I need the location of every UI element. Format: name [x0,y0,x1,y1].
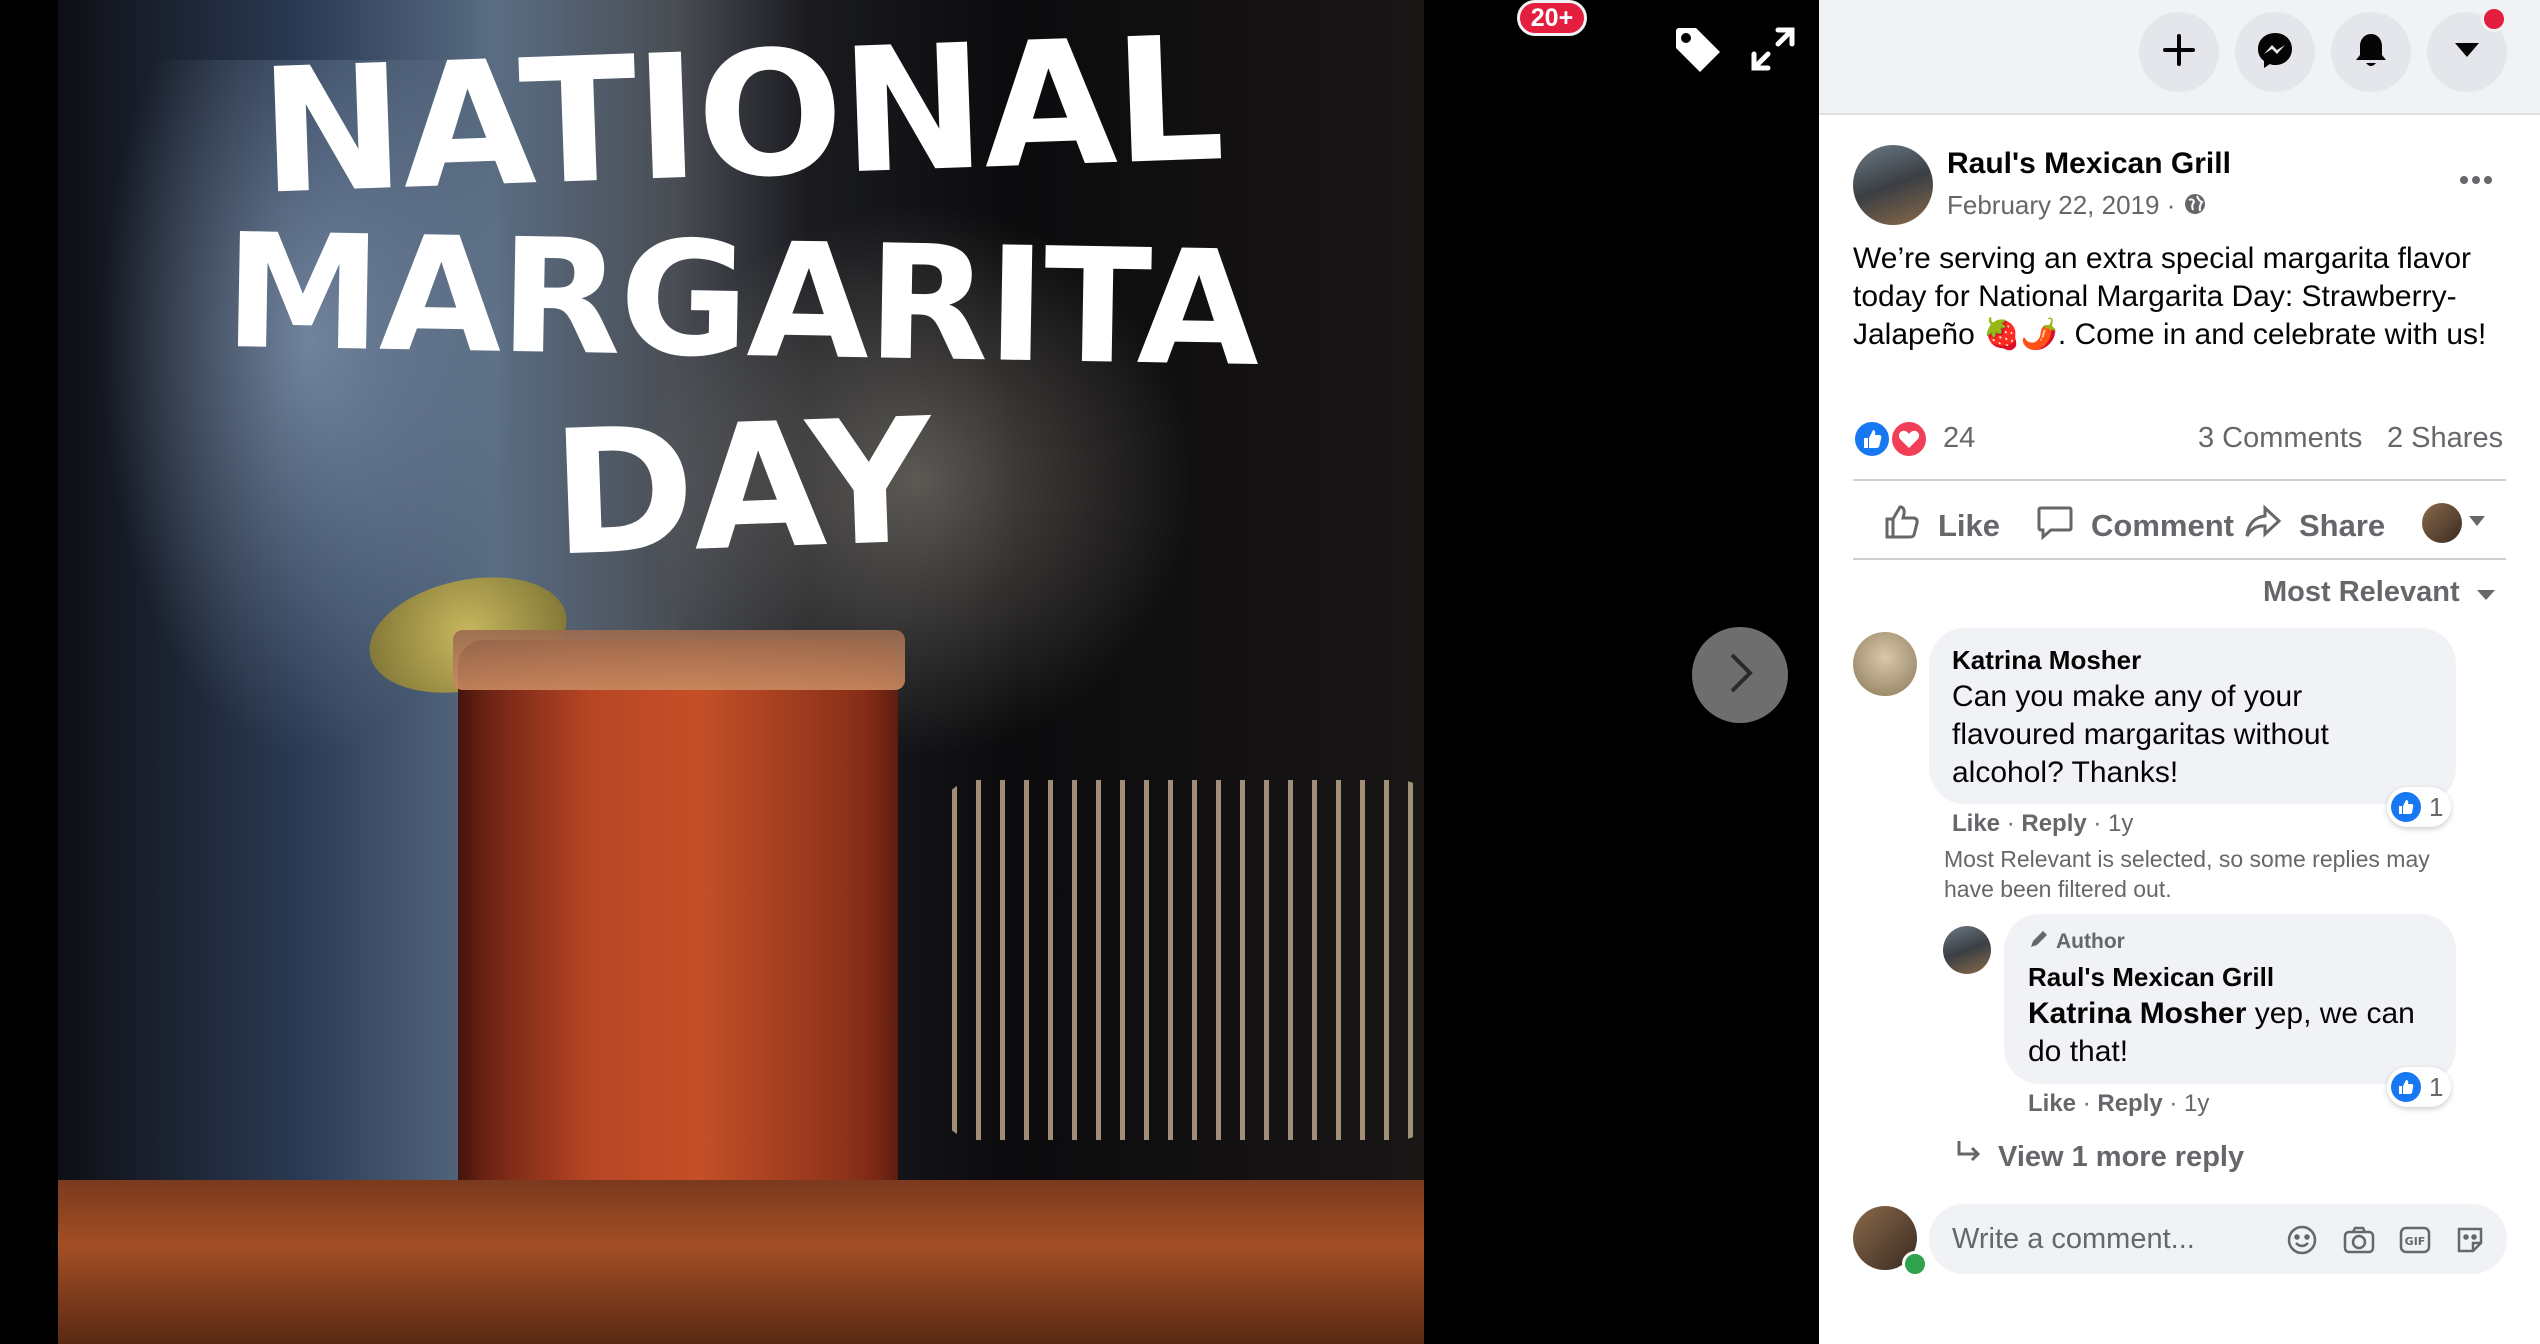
photo-glass-rim [453,630,905,690]
caret-down-icon [2476,576,2496,609]
post-text-line: today for National Margarita Day: Strawb… [1853,280,2457,313]
like-reaction-icon[interactable] [1853,420,1891,458]
comment-reactions[interactable]: 1 [2387,787,2452,827]
filter-notice-line: Most Relevant is selected, so some repli… [1944,846,2430,872]
page-name[interactable]: Raul's Mexican Grill [1947,147,2231,181]
share-button[interactable]: Share [2243,502,2385,550]
divider [1853,558,2506,560]
filter-notice-line: have been filtered out. [1944,876,2172,902]
view-more-label: View 1 more reply [1998,1140,2245,1173]
reply-age[interactable]: · 1y [2163,1090,2209,1117]
like-label: Like [1938,508,2001,543]
overlay-line: MARGARITA [222,199,1260,403]
share-arrow-icon [2243,502,2283,550]
reply-reply-link[interactable]: Reply [2097,1090,2162,1117]
page-avatar[interactable] [1853,145,1933,225]
fullscreen-icon[interactable] [1750,26,1796,72]
camera-icon[interactable] [2342,1224,2376,1261]
notifications-count-badge: 20+ [1517,0,1587,36]
online-status-dot [1902,1251,1928,1277]
overlay-line: NATIONAL [256,0,1226,233]
chevron-right-icon [1720,649,1760,702]
reply-arrow-icon [1954,1138,1984,1176]
gif-icon[interactable]: GIF [2398,1224,2432,1261]
thumbs-up-icon [1882,502,1922,550]
post-text-line: Jalapeño 🍓🌶️. Come in and celebrate with… [1853,318,2487,351]
comment-age[interactable]: · 1y [2087,810,2133,837]
create-button[interactable] [2139,12,2219,92]
photo-margarita-glass [458,640,898,1240]
commenter-avatar[interactable] [1853,632,1917,696]
shares-count[interactable]: 2 Shares [2387,422,2503,455]
comment-bubble-icon [2035,502,2075,550]
post-text-line: We’re serving an extra special margarita… [1853,242,2472,275]
comment-input[interactable]: Write a comment... [1952,1223,2195,1256]
comment-text-line: Can you make any of your [1952,680,2303,713]
comment-text-line: flavoured margaritas without [1952,718,2329,751]
comment-text-line: alcohol? Thanks! [1952,756,2179,789]
post-date[interactable]: February 22, 2019 · [1947,190,2207,223]
messenger-icon [2255,30,2295,75]
share-label: Share [2299,508,2386,543]
comments-sort-dropdown[interactable]: Most Relevant [2263,576,2496,609]
like-button[interactable]: Like [1882,502,2000,550]
post-as-selector[interactable] [2422,503,2486,543]
reply-author-avatar[interactable] [1943,926,1991,974]
reply-text-line: Katrina Mosher yep, we can [2028,995,2415,1033]
overlay-line: DAY [548,380,934,595]
like-reaction-icon [2391,792,2421,822]
comment-like-link[interactable]: Like [1952,810,2000,837]
photo-strainer-spring [938,780,1424,1140]
profile-avatar [2422,503,2462,543]
reaction-count[interactable]: 24 [1943,422,1975,455]
caret-down-icon [2453,40,2481,65]
globe-icon [2183,192,2207,223]
account-alert-dot [2481,6,2507,32]
love-reaction-icon[interactable] [1890,420,1928,458]
pencil-icon [2028,928,2050,956]
messenger-button[interactable] [2235,12,2315,92]
reply-reaction-count: 1 [2429,1071,2444,1102]
comment-label: Comment [2091,508,2234,543]
reply-author[interactable]: Raul's Mexican Grill [2028,962,2274,993]
comment-reaction-count: 1 [2429,791,2444,822]
reply-meta: Like · Reply · 1y [2028,1090,2209,1118]
caret-down-icon [2468,514,2486,532]
reply-like-link[interactable]: Like [2028,1090,2076,1117]
post-photo[interactable]: NATIONAL MARGARITA DAY [58,0,1424,1344]
photo-overlay-text: NATIONAL MARGARITA DAY [58,0,1424,595]
comment-button[interactable]: Comment [2035,502,2234,550]
view-more-replies-link[interactable]: View 1 more reply [1954,1138,2244,1176]
reply-text: yep, we can [2246,997,2415,1030]
photo-table [58,1180,1424,1344]
next-photo-button[interactable] [1692,627,1788,723]
sticker-icon[interactable] [2454,1224,2486,1261]
notifications-button[interactable] [2331,12,2411,92]
emoji-icon[interactable] [2286,1224,2318,1261]
author-badge: Author [2028,928,2125,956]
post-date-text: February 22, 2019 · [1947,190,2183,220]
more-options-icon[interactable] [2448,168,2504,192]
comment-reply-link[interactable]: Reply [2021,810,2086,837]
comments-count[interactable]: 3 Comments [2198,422,2362,455]
tag-icon[interactable] [1672,24,1724,76]
separator: · [2076,1090,2098,1117]
sort-label: Most Relevant [2263,576,2460,608]
author-badge-label: Author [2056,930,2125,953]
comment-author[interactable]: Katrina Mosher [1952,645,2141,676]
svg-text:GIF: GIF [2405,1235,2426,1248]
comment-meta: Like · Reply · 1y [1952,810,2133,838]
divider [1853,479,2506,481]
plus-icon [2161,32,2197,73]
separator: · [2000,810,2022,837]
bell-icon [2353,31,2389,74]
photo-viewer: NATIONAL MARGARITA DAY [0,0,1819,1344]
mention-link[interactable]: Katrina Mosher [2028,997,2246,1030]
reply-text-line: do that! [2028,1035,2129,1068]
like-reaction-icon [2391,1072,2421,1102]
reply-reactions[interactable]: 1 [2387,1067,2452,1107]
